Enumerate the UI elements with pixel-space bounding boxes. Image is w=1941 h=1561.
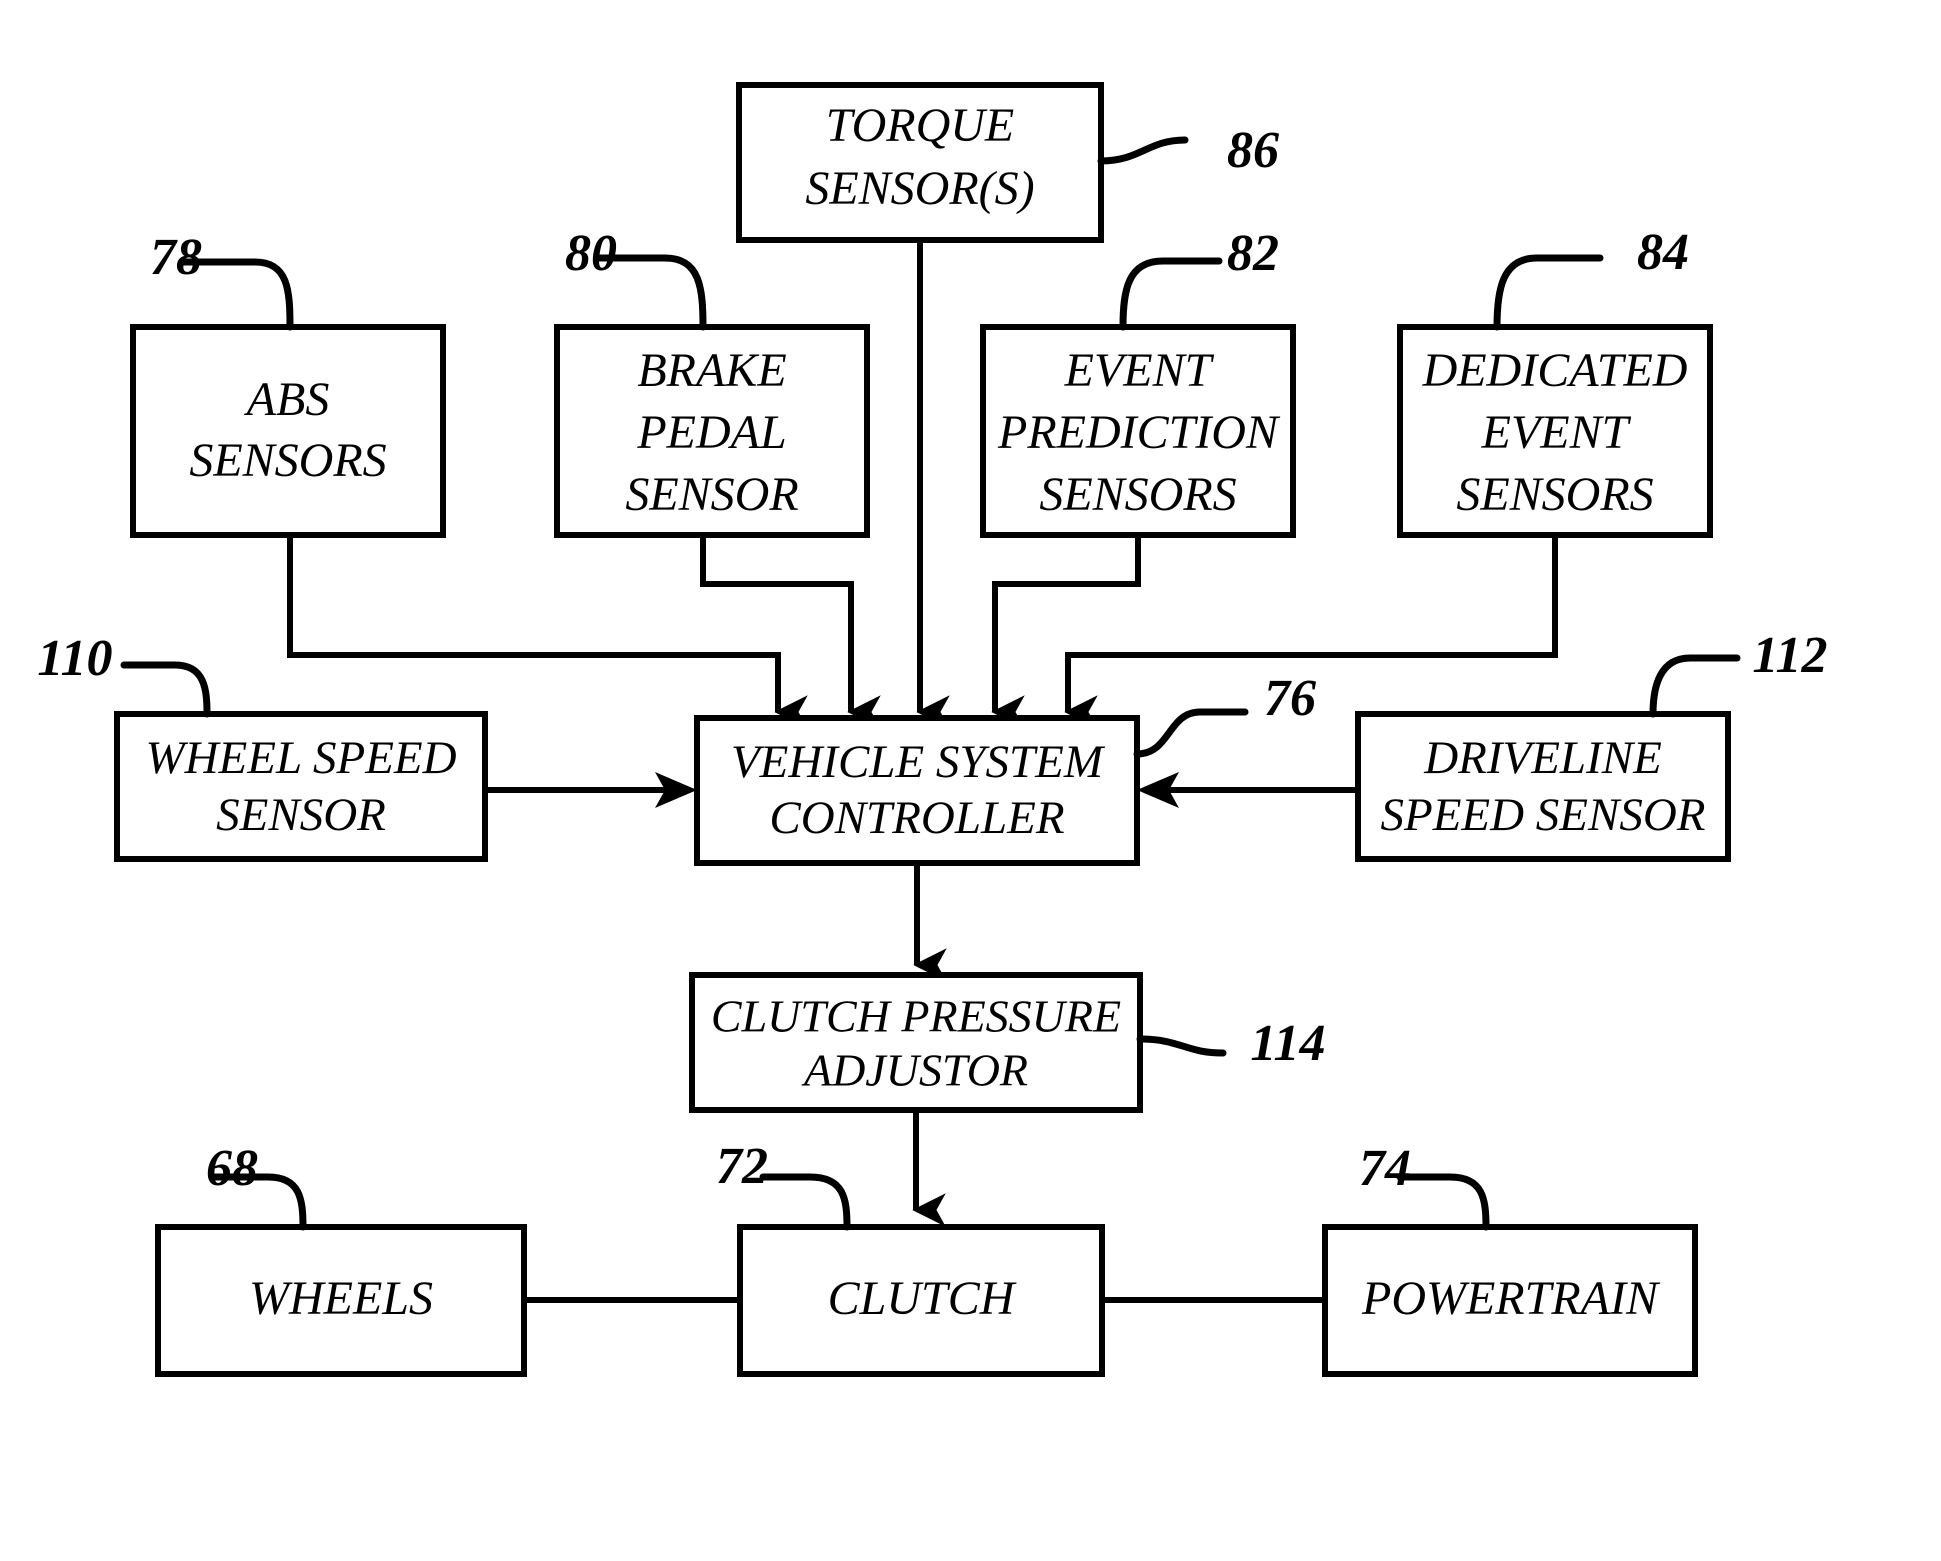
box-brake-pedal-sensor-label-2: PEDAL [636, 406, 786, 459]
box-event-prediction-sensors-label-3: SENSORS [1039, 468, 1236, 521]
leader-line-82 [1119, 257, 1223, 331]
box-wheel-speed-sensor[interactable]: WHEEL SPEED SENSOR [114, 711, 488, 862]
box-clutch-pressure-adjustor-label-2: ADJUSTOR [801, 1045, 1028, 1096]
leader-line-76 [1133, 708, 1249, 758]
box-event-prediction-sensors-label-2: PREDICTION [997, 406, 1281, 459]
ref-numeral-82: 82 [1227, 225, 1279, 282]
box-brake-pedal-sensor-label-3: SENSOR [625, 468, 798, 521]
box-driveline-speed-sensor-label-2: SPEED SENSOR [1380, 789, 1705, 841]
box-torque-sensors-label-2: SENSOR(S) [805, 162, 1034, 215]
box-powertrain[interactable]: POWERTRAIN [1322, 1224, 1698, 1377]
box-clutch-pressure-adjustor[interactable]: CLUTCH PRESSURE ADJUSTOR [689, 972, 1143, 1113]
box-vehicle-system-controller-label-2: CONTROLLER [769, 792, 1064, 844]
ref-numeral-74: 74 [1359, 1140, 1411, 1197]
box-vehicle-system-controller[interactable]: VEHICLE SYSTEM CONTROLLER [694, 715, 1140, 866]
ref-numeral-78: 78 [150, 229, 202, 286]
box-dedicated-event-sensors[interactable]: DEDICATED EVENT SENSORS [1397, 324, 1713, 538]
box-driveline-speed-sensor[interactable]: DRIVELINE SPEED SENSOR [1355, 711, 1731, 862]
box-event-prediction-sensors-label-1: EVENT [1064, 344, 1215, 397]
box-abs-sensors-label-2: SENSORS [189, 434, 386, 487]
ref-numeral-84: 84 [1637, 224, 1689, 281]
box-clutch-label: CLUTCH [828, 1272, 1017, 1325]
box-brake-pedal-sensor[interactable]: BRAKE PEDAL SENSOR [554, 324, 870, 538]
box-abs-sensors-label-1: ABS [244, 373, 330, 426]
box-vehicle-system-controller-label-1: VEHICLE SYSTEM [731, 736, 1106, 788]
ref-numeral-76: 76 [1264, 670, 1316, 727]
box-dedicated-event-sensors-label-2: EVENT [1481, 406, 1632, 459]
ref-numeral-68: 68 [206, 1140, 258, 1197]
box-abs-sensors[interactable]: ABS SENSORS [130, 324, 446, 538]
box-brake-pedal-sensor-label-1: BRAKE [637, 344, 786, 397]
box-abs-sensors-rect [130, 324, 446, 538]
box-dedicated-event-sensors-label-1: DEDICATED [1422, 344, 1688, 397]
box-powertrain-label: POWERTRAIN [1361, 1272, 1661, 1325]
box-event-prediction-sensors[interactable]: EVENT PREDICTION SENSORS [980, 324, 1296, 538]
ref-numeral-110: 110 [37, 630, 112, 687]
leader-line-86 [1097, 136, 1189, 165]
block-diagram: TORQUE SENSOR(S) 86 ABS SENSORS 78 BRAKE… [37, 82, 1828, 1377]
box-dedicated-event-sensors-label-3: SENSORS [1456, 468, 1653, 521]
ref-numeral-80: 80 [565, 225, 617, 282]
ref-numeral-72: 72 [716, 1138, 768, 1195]
box-wheel-speed-sensor-label-2: SENSOR [216, 789, 386, 841]
ref-numeral-86: 86 [1227, 122, 1279, 179]
box-clutch[interactable]: CLUTCH [737, 1224, 1105, 1377]
leader-line-74 [1396, 1173, 1490, 1231]
box-torque-sensors-label-1: TORQUE [826, 99, 1014, 152]
box-clutch-pressure-adjustor-label-1: CLUTCH PRESSURE [711, 991, 1121, 1042]
figure-canvas: TORQUE SENSOR(S) 86 ABS SENSORS 78 BRAKE… [0, 0, 1941, 1561]
box-torque-sensors[interactable]: TORQUE SENSOR(S) [736, 82, 1104, 243]
leader-line-112 [1649, 654, 1741, 718]
box-wheels-label: WHEELS [249, 1272, 433, 1325]
leader-line-84 [1493, 254, 1604, 331]
ref-numeral-114: 114 [1250, 1015, 1325, 1072]
ref-numeral-112: 112 [1752, 627, 1827, 684]
leader-line-72 [759, 1173, 851, 1231]
leader-line-114 [1136, 1035, 1227, 1057]
box-wheels[interactable]: WHEELS [155, 1224, 527, 1377]
box-driveline-speed-sensor-label-1: DRIVELINE [1423, 732, 1662, 784]
leader-line-110 [120, 661, 211, 718]
box-wheel-speed-sensor-label-1: WHEEL SPEED [145, 732, 456, 784]
